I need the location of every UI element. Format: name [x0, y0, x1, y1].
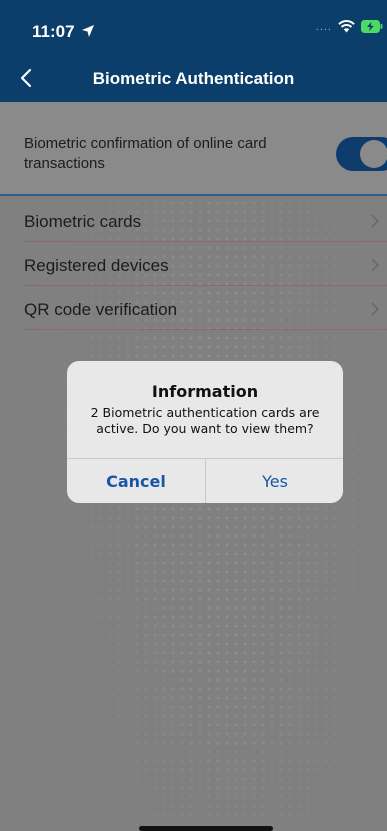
battery-charging-icon	[361, 20, 383, 33]
status-bar: 11:07	[32, 22, 95, 42]
status-icons: ....	[316, 20, 383, 33]
chevron-right-icon	[371, 302, 380, 316]
yes-button[interactable]: Yes	[206, 459, 343, 503]
top-bar: 11:07 .... Biometric Authentication	[0, 0, 387, 102]
chevron-right-icon	[371, 258, 380, 272]
menu-item-registered-devices[interactable]: Registered devices	[24, 246, 387, 286]
status-time: 11:07	[32, 22, 75, 41]
information-dialog: Information 2 Biometric authentication c…	[67, 361, 343, 503]
signal-dots: ....	[315, 20, 332, 33]
page-title: Biometric Authentication	[92, 69, 295, 88]
cancel-button[interactable]: Cancel	[67, 459, 205, 503]
location-arrow-icon	[82, 25, 95, 37]
biometric-confirmation-row: Biometric confirmation of online card tr…	[0, 102, 387, 196]
menu-item-biometric-cards[interactable]: Biometric cards	[24, 202, 387, 242]
home-indicator[interactable]	[139, 826, 273, 831]
dialog-title: Information	[151, 382, 259, 401]
wifi-icon	[338, 20, 355, 33]
chevron-right-icon	[371, 214, 380, 228]
biometric-confirmation-label: Biometric confirmation of online card tr…	[24, 135, 267, 172]
toggle-knob	[360, 140, 387, 168]
menu-item-label: QR code verification	[24, 299, 178, 319]
dialog-message: 2 Biometric authentication cards are act…	[90, 405, 320, 436]
menu-item-label: Registered devices	[24, 255, 169, 275]
menu-item-label: Biometric cards	[24, 211, 142, 231]
menu-item-qr-code-verification[interactable]: QR code verification	[24, 290, 387, 330]
biometric-confirmation-toggle[interactable]	[336, 137, 387, 171]
